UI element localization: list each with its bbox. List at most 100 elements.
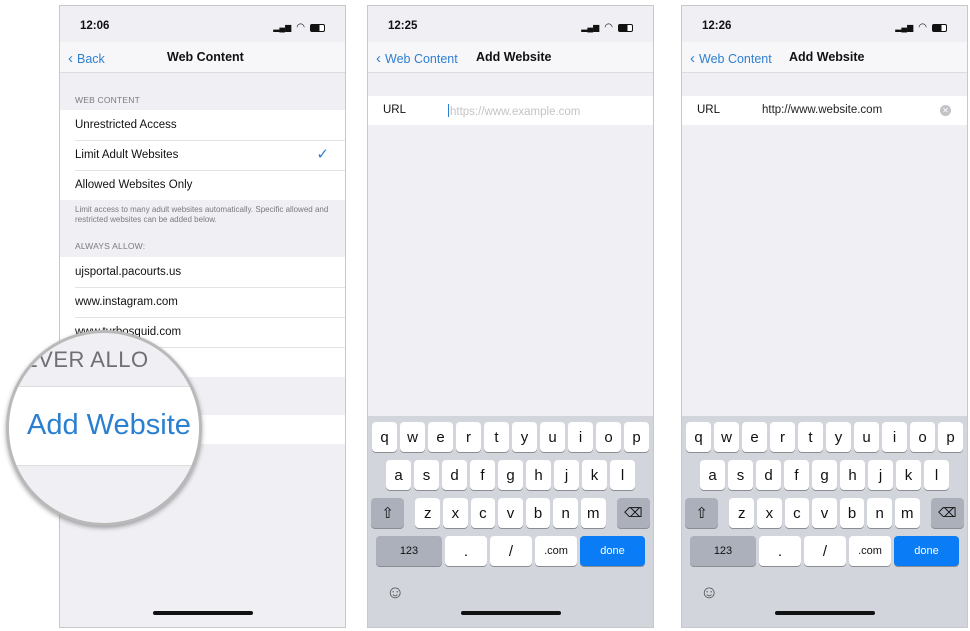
numbers-key[interactable]: 123 (376, 536, 442, 566)
key-s[interactable]: s (728, 460, 753, 490)
list-item[interactable]: www.instagram.com (60, 287, 345, 317)
slash-key[interactable]: / (490, 536, 532, 566)
url-placeholder: https://www.example.com (450, 106, 581, 118)
keyboard-row: qwertyuiop (368, 422, 653, 452)
key-i[interactable]: i (882, 422, 907, 452)
chevron-left-icon: ‹ (690, 50, 695, 67)
dot-key[interactable]: . (759, 536, 801, 566)
key-d[interactable]: d (756, 460, 781, 490)
emoji-key-icon[interactable]: ☺ (386, 582, 404, 603)
key-q[interactable]: q (372, 422, 397, 452)
magnified-section-header: EVER ALLO (23, 347, 149, 372)
magnifier: EVER ALLO Add Website (6, 330, 202, 526)
key-c[interactable]: c (784, 498, 810, 528)
key-m[interactable]: m (894, 498, 920, 528)
emoji-key-icon[interactable]: ☺ (700, 582, 718, 603)
key-t[interactable]: t (798, 422, 823, 452)
back-button[interactable]: ‹ Back (68, 50, 105, 67)
key-u[interactable]: u (540, 422, 565, 452)
delete-key-icon[interactable]: ⌫ (930, 498, 965, 528)
nav-bar: ‹ Web Content Add Website (682, 42, 967, 73)
clear-text-icon[interactable]: ✕ (940, 105, 951, 116)
key-a[interactable]: a (700, 460, 725, 490)
key-f[interactable]: f (784, 460, 809, 490)
url-row: URL https://www.example.com (368, 96, 653, 125)
option-limit-adult-websites[interactable]: Limit Adult Websites ✓ (60, 140, 345, 170)
key-y[interactable]: y (826, 422, 851, 452)
key-n[interactable]: n (553, 498, 578, 528)
key-s[interactable]: s (414, 460, 439, 490)
key-h[interactable]: h (840, 460, 865, 490)
key-o[interactable]: o (596, 422, 621, 452)
key-b[interactable]: b (525, 498, 551, 528)
key-g[interactable]: g (498, 460, 523, 490)
url-row: URL http://www.website.com ✕ (682, 96, 967, 125)
key-r[interactable]: r (770, 422, 795, 452)
key-g[interactable]: g (812, 460, 837, 490)
slash-key[interactable]: / (804, 536, 846, 566)
numbers-key[interactable]: 123 (690, 536, 756, 566)
status-time: 12:06 (80, 20, 110, 32)
add-website-button[interactable]: Add Website (9, 386, 199, 466)
website-label: www.instagram.com (75, 296, 178, 308)
key-d[interactable]: d (442, 460, 467, 490)
key-r[interactable]: r (456, 422, 481, 452)
key-c[interactable]: c (470, 498, 496, 528)
key-t[interactable]: t (484, 422, 509, 452)
key-x[interactable]: x (757, 498, 782, 528)
key-x[interactable]: x (443, 498, 468, 528)
dotcom-key[interactable]: .com (849, 536, 891, 566)
url-input[interactable]: http://www.website.com (762, 104, 882, 116)
key-b[interactable]: b (839, 498, 865, 528)
key-o[interactable]: o (910, 422, 935, 452)
key-q[interactable]: q (686, 422, 711, 452)
key-e[interactable]: e (742, 422, 767, 452)
key-y[interactable]: y (512, 422, 537, 452)
key-k[interactable]: k (896, 460, 921, 490)
page-title: Add Website (476, 50, 552, 64)
key-u[interactable]: u (854, 422, 879, 452)
key-e[interactable]: e (428, 422, 453, 452)
option-unrestricted-access[interactable]: Unrestricted Access (60, 110, 345, 140)
key-m[interactable]: m (580, 498, 606, 528)
key-i[interactable]: i (568, 422, 593, 452)
key-z[interactable]: z (415, 498, 441, 528)
key-h[interactable]: h (526, 460, 551, 490)
back-label: Back (77, 51, 105, 66)
page-title: Web Content (167, 50, 244, 64)
key-z[interactable]: z (729, 498, 755, 528)
done-key[interactable]: done (894, 536, 959, 566)
done-key[interactable]: done (580, 536, 645, 566)
key-a[interactable]: a (386, 460, 411, 490)
key-l[interactable]: l (610, 460, 635, 490)
dot-key[interactable]: . (445, 536, 487, 566)
dotcom-key[interactable]: .com (535, 536, 577, 566)
delete-key-icon[interactable]: ⌫ (616, 498, 651, 528)
option-allowed-websites-only[interactable]: Allowed Websites Only (60, 170, 345, 200)
back-label: Web Content (699, 51, 772, 66)
key-l[interactable]: l (924, 460, 949, 490)
key-f[interactable]: f (470, 460, 495, 490)
key-n[interactable]: n (867, 498, 892, 528)
key-p[interactable]: p (938, 422, 963, 452)
shift-key-icon[interactable]: ⇧ (684, 498, 719, 528)
back-button[interactable]: ‹ Web Content (376, 50, 458, 67)
status-time: 12:25 (388, 20, 418, 32)
option-label: Allowed Websites Only (75, 179, 193, 191)
key-w[interactable]: w (714, 422, 739, 452)
key-v[interactable]: v (812, 498, 837, 528)
key-w[interactable]: w (400, 422, 425, 452)
shift-key-icon[interactable]: ⇧ (370, 498, 405, 528)
nav-bar: ‹ Web Content Add Website (368, 42, 653, 73)
url-input[interactable]: https://www.example.com (448, 104, 580, 118)
add-website-label: Add Website (27, 409, 191, 441)
key-j[interactable]: j (868, 460, 893, 490)
key-k[interactable]: k (582, 460, 607, 490)
list-item[interactable]: ujsportal.pacourts.us (60, 257, 345, 287)
key-p[interactable]: p (624, 422, 649, 452)
key-v[interactable]: v (498, 498, 523, 528)
back-button[interactable]: ‹ Web Content (690, 50, 772, 67)
key-j[interactable]: j (554, 460, 579, 490)
phone-screen-add-website-filled: 12:26 ▂▄▆ ◠ ‹ Web Content Add Website URL… (681, 5, 968, 628)
home-indicator (774, 611, 875, 615)
